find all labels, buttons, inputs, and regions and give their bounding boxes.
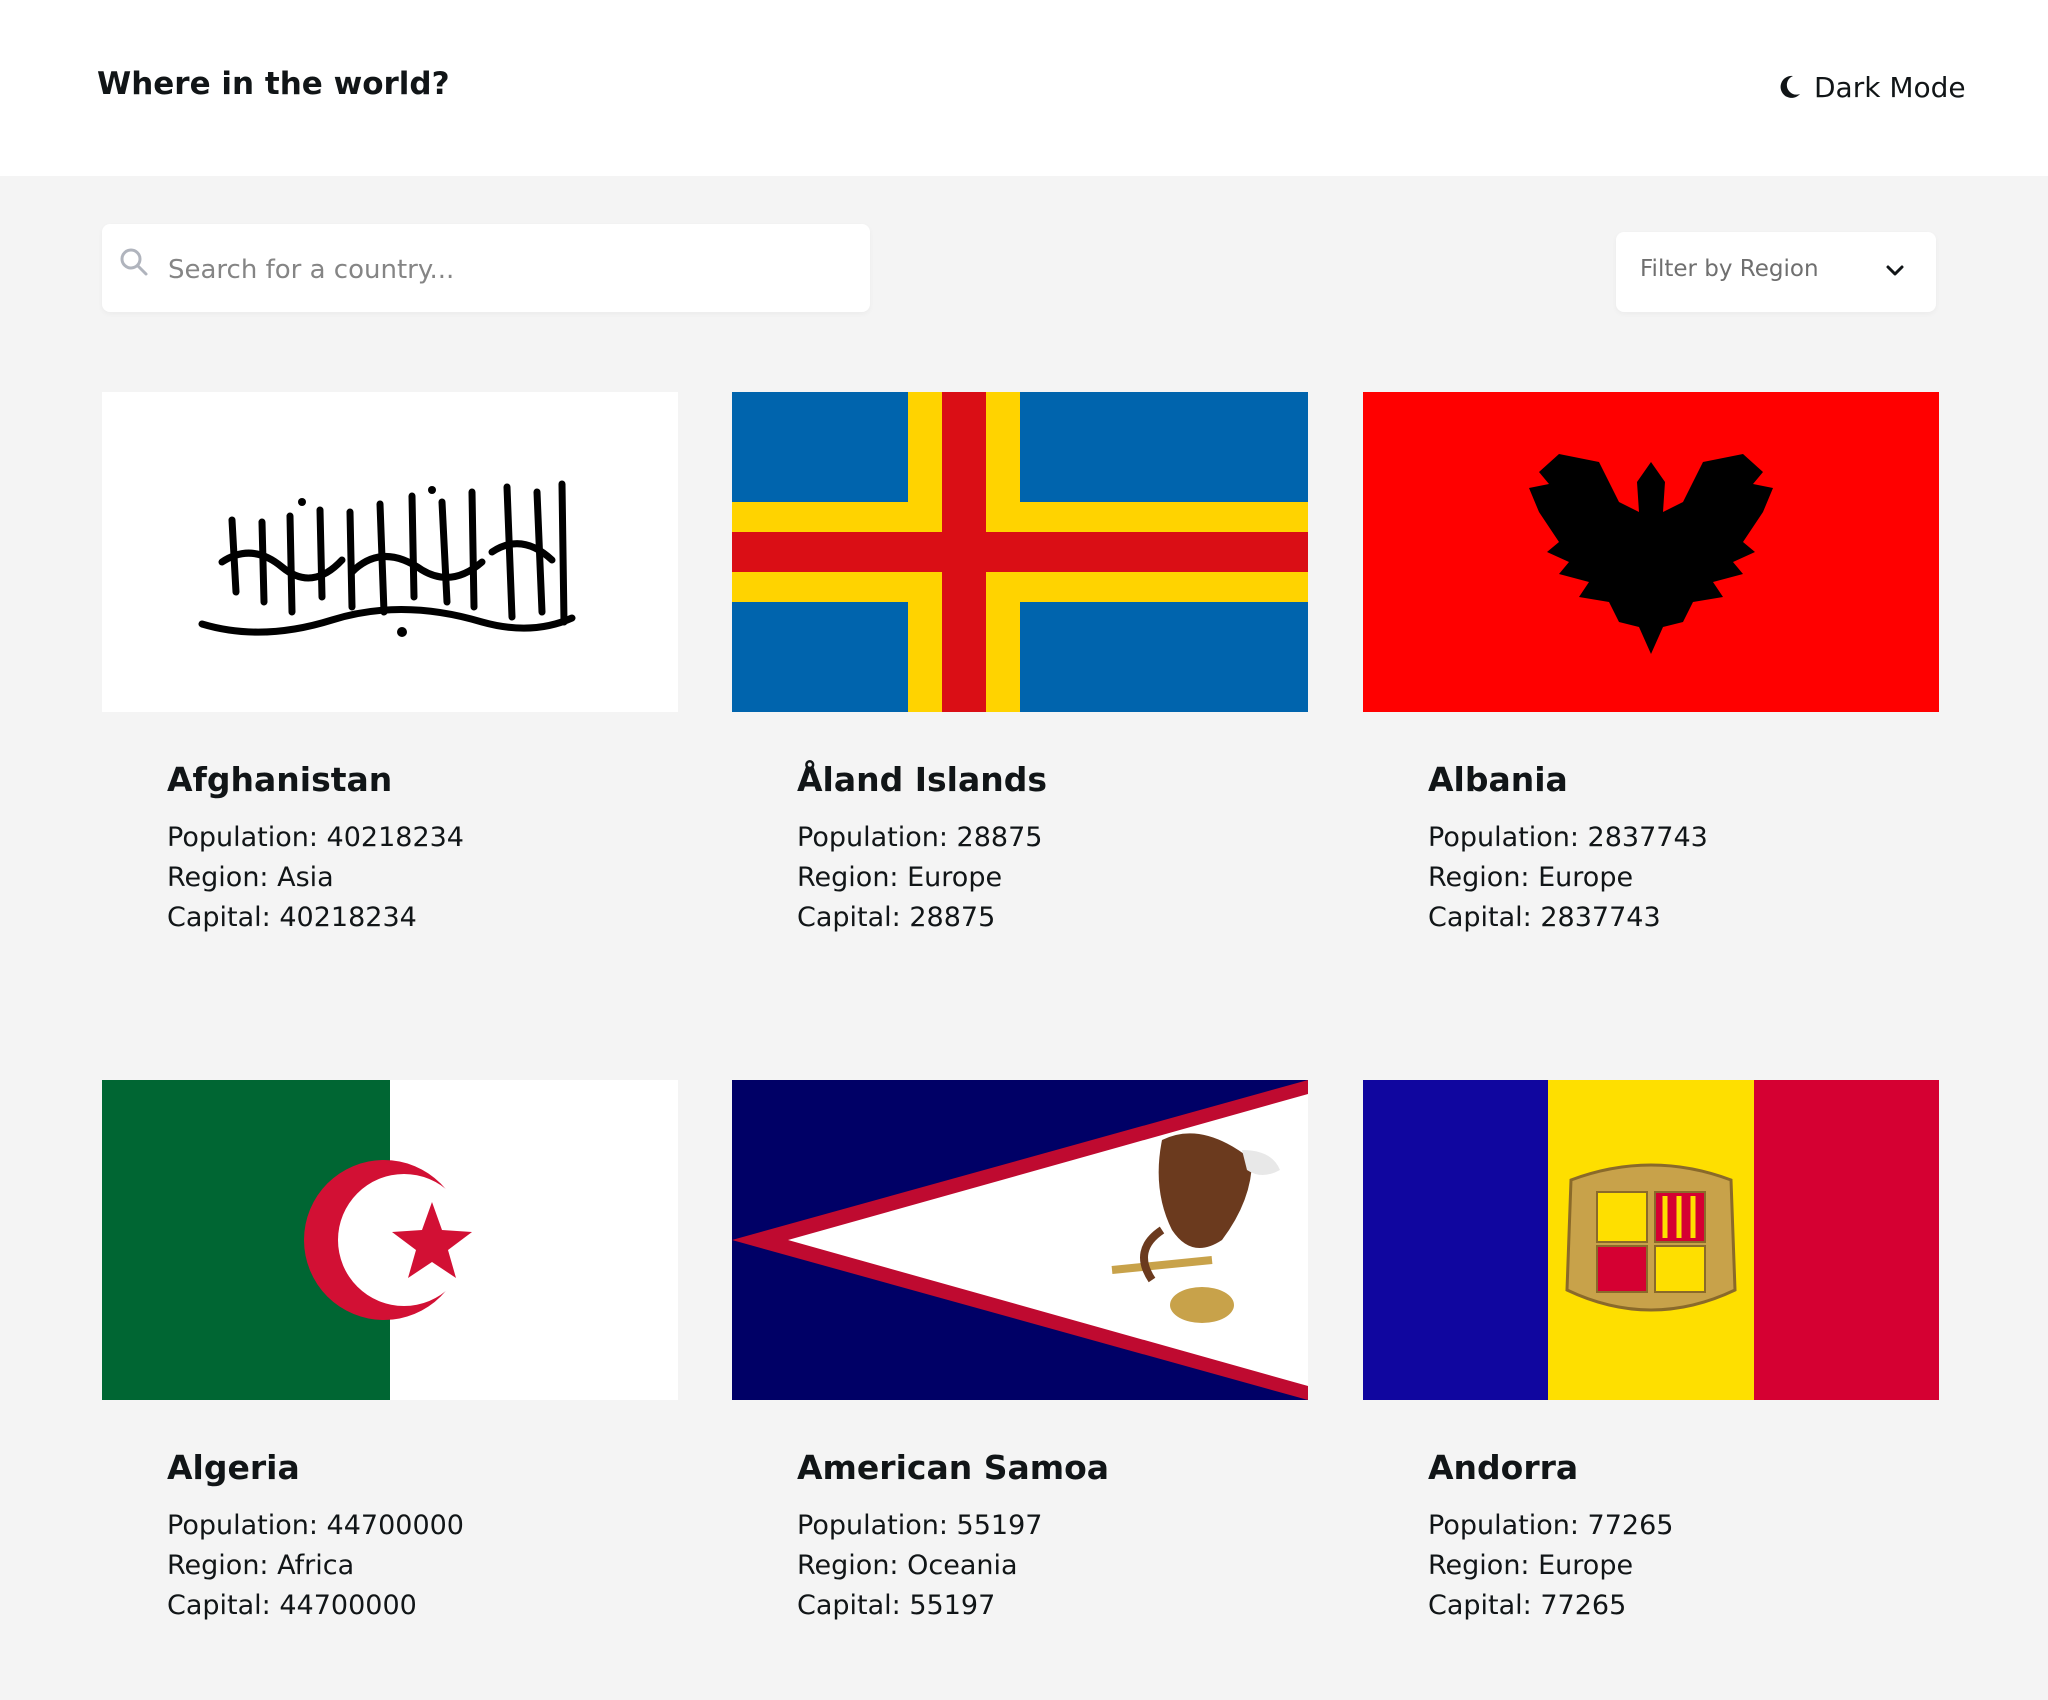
country-region: Region: Europe [1428, 862, 1634, 893]
country-population: Population: 2837743 [1428, 822, 1708, 853]
moon-icon [1780, 75, 1800, 98]
country-region: Region: Africa [167, 1550, 355, 1581]
country-region: Region: Oceania [797, 1550, 1018, 1581]
country-name: Algeria [167, 1448, 300, 1487]
country-name: Åland Islands [797, 760, 1047, 799]
country-card-algeria[interactable]: Algeria Population: 44700000 Region: Afr… [102, 1080, 678, 1700]
region-filter-dropdown[interactable]: Filter by Region [1616, 232, 1936, 312]
flag-algeria [102, 1080, 678, 1400]
app-header: Where in the world? Dark Mode [0, 0, 2048, 176]
region-filter-label: Filter by Region [1640, 256, 1819, 282]
country-population: Population: 77265 [1428, 1510, 1674, 1541]
country-capital: Capital: 44700000 [167, 1590, 417, 1621]
chevron-down-icon [1886, 265, 1904, 276]
country-region: Region: Europe [1428, 1550, 1634, 1581]
country-card-afghanistan[interactable]: Afghanistan Population: 40218234 Region:… [102, 392, 678, 1012]
country-name: American Samoa [797, 1448, 1110, 1487]
search-icon [120, 248, 148, 276]
country-population: Population: 44700000 [167, 1510, 464, 1541]
country-population: Population: 55197 [797, 1510, 1043, 1541]
country-card-andorra[interactable]: Andorra Population: 77265 Region: Europe… [1363, 1080, 1939, 1700]
country-capital: Capital: 40218234 [167, 902, 417, 933]
country-card-american-samoa[interactable]: American Samoa Population: 55197 Region:… [732, 1080, 1308, 1700]
country-card-aland-islands[interactable]: Åland Islands Population: 28875 Region: … [732, 392, 1308, 1012]
country-population: Population: 28875 [797, 822, 1043, 853]
country-card-albania[interactable]: Albania Population: 2837743 Region: Euro… [1363, 392, 1939, 1012]
country-name: Afghanistan [167, 760, 393, 799]
country-capital: Capital: 2837743 [1428, 902, 1661, 933]
country-population: Population: 40218234 [167, 822, 464, 853]
dark-mode-toggle[interactable]: Dark Mode [1776, 62, 1966, 112]
flag-aland-islands [732, 392, 1308, 712]
search-input[interactable] [166, 244, 830, 296]
country-region: Region: Asia [167, 862, 334, 893]
search-box[interactable] [102, 224, 870, 312]
country-name: Andorra [1428, 1448, 1579, 1487]
app-title: Where in the world? [97, 66, 450, 102]
country-region: Region: Europe [797, 862, 1003, 893]
country-capital: Capital: 28875 [797, 902, 996, 933]
flag-american-samoa [732, 1080, 1308, 1400]
country-capital: Capital: 77265 [1428, 1590, 1627, 1621]
flag-albania [1363, 392, 1939, 712]
dark-mode-label: Dark Mode [1814, 70, 1966, 104]
flag-afghanistan [102, 392, 678, 712]
flag-andorra [1363, 1080, 1939, 1400]
country-capital: Capital: 55197 [797, 1590, 996, 1621]
country-name: Albania [1428, 760, 1568, 799]
